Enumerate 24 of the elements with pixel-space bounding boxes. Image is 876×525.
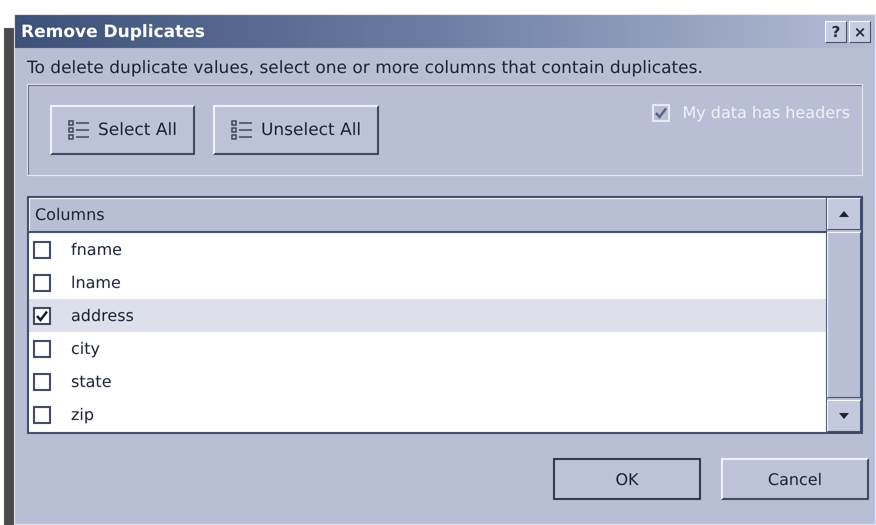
instruction-text: To delete duplicate values, select one or more columns that contain duplicates. xyxy=(26,57,704,80)
scroll-thumb[interactable] xyxy=(827,232,861,398)
scrollbar[interactable] xyxy=(826,198,861,432)
list-icon xyxy=(68,119,90,141)
select-all-button[interactable]: Select All xyxy=(50,105,195,155)
close-button[interactable]: × xyxy=(849,20,871,42)
unselect-all-button[interactable]: Unselect All xyxy=(212,105,380,155)
list-icon xyxy=(230,119,253,141)
checkbox[interactable] xyxy=(33,306,51,324)
up-arrow-icon xyxy=(839,211,849,217)
scroll-down-button[interactable] xyxy=(827,400,861,432)
checkbox[interactable] xyxy=(33,372,51,390)
list-row[interactable]: address xyxy=(29,299,826,332)
checkbox[interactable] xyxy=(33,340,51,358)
checkbox[interactable] xyxy=(33,240,51,258)
window-title: Remove Duplicates xyxy=(21,22,205,42)
down-arrow-icon xyxy=(839,413,849,419)
cancel-button[interactable]: Cancel xyxy=(721,458,869,500)
checkbox[interactable] xyxy=(33,406,51,424)
scroll-up-button[interactable] xyxy=(827,198,861,230)
column-header: Columns xyxy=(29,198,826,233)
ok-button[interactable]: OK xyxy=(553,458,701,500)
help-button[interactable]: ? xyxy=(825,20,847,42)
checkbox[interactable] xyxy=(33,274,51,292)
